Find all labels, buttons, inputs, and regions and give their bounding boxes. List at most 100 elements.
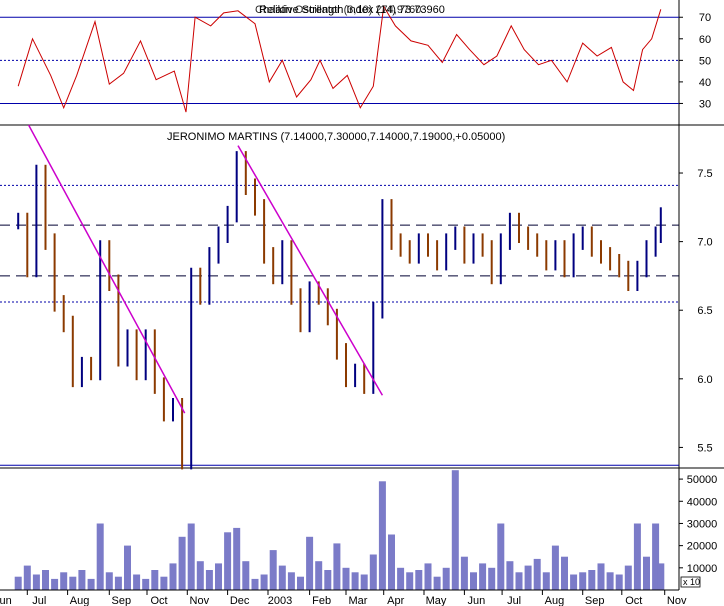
volume-bar bbox=[87, 578, 95, 590]
price-ytick-label: 7.0 bbox=[697, 237, 712, 249]
volume-bar bbox=[342, 567, 350, 590]
rsi-panel: 3040506070 Chaikin Oscillator (3,10) 274… bbox=[0, 0, 724, 126]
volume-bar bbox=[242, 561, 250, 590]
volume-bar bbox=[260, 574, 268, 590]
volume-bar bbox=[606, 572, 614, 590]
volume-bar bbox=[205, 570, 213, 590]
x-tick-label: Dec bbox=[230, 595, 250, 606]
volume-bar bbox=[542, 572, 550, 590]
volume-bar bbox=[324, 570, 332, 590]
x-tick-label: Apr bbox=[387, 595, 404, 606]
price-title: JERONIMO MARTINS (7.14000,7.30000,7.1400… bbox=[167, 131, 505, 143]
volume-bar bbox=[570, 574, 578, 590]
x-tick-label: Nov bbox=[190, 595, 210, 606]
volume-bar bbox=[615, 574, 623, 590]
volume-bar bbox=[160, 576, 168, 590]
stock-chart: 3040506070 Chaikin Oscillator (3,10) 274… bbox=[0, 0, 724, 606]
x-axis: Jun Jul Aug Sep Oct Nov Dec 2003 Feb Mar Apr May Jun… bbox=[0, 590, 687, 606]
price-levels bbox=[0, 184, 679, 466]
volume-bar bbox=[169, 563, 177, 590]
volume-bar bbox=[515, 572, 523, 590]
rsi-ytick-label: 30 bbox=[699, 98, 711, 110]
volume-bar bbox=[215, 563, 222, 590]
volume-bar bbox=[378, 481, 386, 590]
volume-bar bbox=[433, 576, 441, 590]
volume-bar bbox=[451, 470, 459, 590]
volume-bar bbox=[69, 576, 77, 590]
volume-bar bbox=[78, 570, 86, 590]
volume-bar bbox=[524, 565, 532, 590]
volume-bar bbox=[415, 570, 423, 590]
x-tick-label: Aug bbox=[545, 595, 565, 606]
volume-bar bbox=[315, 561, 323, 590]
volume-bar bbox=[133, 574, 141, 590]
volume-bar bbox=[23, 565, 31, 590]
volume-bar bbox=[369, 554, 377, 590]
price-ytick-label: 6.0 bbox=[697, 374, 712, 386]
rsi-levels bbox=[0, 16, 679, 104]
volume-bar bbox=[306, 536, 314, 590]
price-ytick-label: 6.5 bbox=[697, 305, 712, 317]
x-tick-label: Oct bbox=[150, 595, 167, 606]
x-tick-label: Sep bbox=[585, 595, 605, 606]
volume-series bbox=[14, 470, 665, 590]
trendline bbox=[237, 145, 384, 396]
volume-ytick-label: 10000 bbox=[687, 563, 718, 575]
volume-bar bbox=[561, 556, 568, 590]
x-tick-label: May bbox=[426, 595, 447, 606]
volume-bar bbox=[460, 556, 468, 590]
rsi-ytick-label: 60 bbox=[699, 34, 711, 46]
volume-bar bbox=[551, 545, 559, 590]
x-tick-label: Jul bbox=[32, 595, 46, 606]
volume-bar bbox=[597, 563, 605, 590]
volume-bar bbox=[278, 565, 286, 590]
x-tick-label: Nov bbox=[667, 595, 687, 606]
rsi-title: Relative Strength Index (14) 73.73960 bbox=[259, 4, 445, 16]
trendline bbox=[27, 124, 186, 414]
volume-bar bbox=[187, 523, 195, 590]
volume-bar bbox=[624, 565, 632, 590]
volume-bar bbox=[14, 576, 22, 590]
volume-bar bbox=[470, 572, 477, 590]
volume-bar bbox=[105, 572, 113, 590]
x-tick-label: Feb bbox=[312, 595, 331, 606]
volume-bar bbox=[233, 527, 241, 590]
rsi-line bbox=[17, 5, 662, 113]
volume-bar bbox=[60, 572, 68, 590]
rsi-ytick-label: 50 bbox=[699, 55, 711, 67]
volume-bar bbox=[657, 563, 665, 590]
volume-bar bbox=[633, 523, 641, 590]
volume-bar bbox=[333, 543, 341, 590]
volume-bar bbox=[196, 561, 204, 590]
volume-bar bbox=[488, 567, 496, 590]
x-tick-label: 2003 bbox=[268, 595, 292, 606]
x-tick-label: Jun bbox=[0, 595, 12, 606]
volume-bar bbox=[424, 563, 432, 590]
volume-bar bbox=[251, 578, 259, 590]
volume-bar bbox=[269, 550, 277, 590]
volume-bar bbox=[643, 556, 650, 590]
volume-bar bbox=[406, 572, 414, 590]
price-ytick-label: 7.5 bbox=[697, 168, 712, 180]
volume-bar bbox=[178, 536, 186, 590]
volume-axis: 10000 20000 30000 40000 50000 bbox=[679, 474, 717, 575]
volume-bar bbox=[442, 567, 450, 590]
volume-bar bbox=[142, 578, 150, 590]
rsi-series bbox=[17, 5, 662, 113]
rsi-axis: 30 40 50 60 70 bbox=[679, 12, 711, 110]
volume-panel: 10000 20000 30000 40000 50000 x 10 bbox=[14, 468, 717, 590]
volume-bar bbox=[32, 574, 40, 590]
volume-bar bbox=[351, 572, 359, 590]
price-axis: 5.5 6.0 6.5 7.0 7.5 bbox=[679, 168, 713, 454]
x-tick-label: Jul bbox=[507, 595, 521, 606]
volume-bar bbox=[42, 570, 49, 590]
price-series bbox=[17, 151, 662, 470]
volume-bar bbox=[397, 567, 405, 590]
x-tick-label: Mar bbox=[349, 595, 368, 606]
volume-ytick-label: 20000 bbox=[687, 541, 718, 553]
volume-bar bbox=[51, 578, 59, 590]
rsi-ytick-label: 70 bbox=[699, 12, 711, 24]
volume-bar bbox=[287, 572, 295, 590]
volume-bar bbox=[114, 576, 122, 590]
x-tick-label: Oct bbox=[625, 595, 642, 606]
